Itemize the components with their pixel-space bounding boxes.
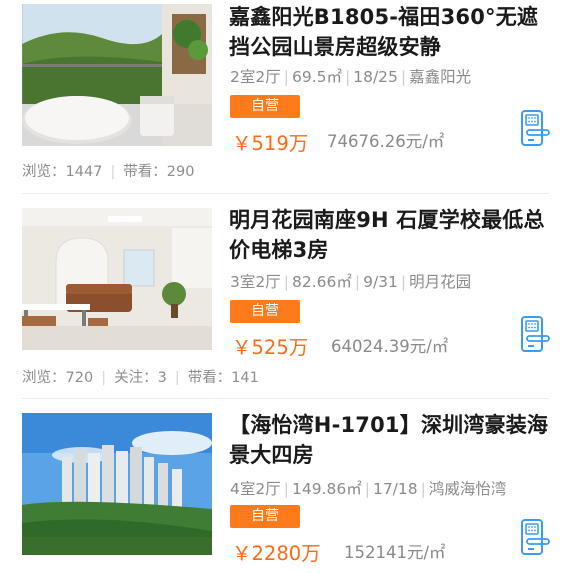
listing-photo[interactable] (22, 4, 212, 146)
divider: | (354, 273, 361, 291)
unit-price: 64024.39元/㎡ (331, 337, 449, 356)
unit-price: 74676.26元/㎡ (327, 132, 445, 151)
listing-list: 嘉鑫阳光B1805-福田360°无遮挡公园山景房超级安静 2室2厅 | 69.5㎡ |… (0, 0, 571, 573)
divider: | (101, 370, 107, 386)
listing-community: 明月花园 (409, 273, 472, 291)
divider: | (400, 68, 407, 86)
divider: | (420, 480, 426, 498)
listing-meta: 4室2厅 | 149.86㎡ | 17/18 | 鸿威海怡湾 (230, 477, 506, 499)
listing-community: 嘉鑫阳光 (409, 68, 472, 86)
divider: | (283, 68, 289, 86)
smart-lock-icon[interactable] (520, 316, 550, 352)
total-price: ￥519万 (232, 132, 309, 155)
listing-card[interactable]: 嘉鑫阳光B1805-福田360°无遮挡公园山景房超级安静 2室2厅 | 69.5㎡ |… (0, 0, 571, 193)
listing-floor: 18/25 (353, 68, 398, 86)
divider: | (283, 273, 289, 291)
listing-card[interactable]: 明月花园南座9H 石厦学校最低总价电梯3房 3室2厅 | 82.66㎡ | 9/31 | 明… (0, 194, 571, 398)
listing-layout: 3室2厅 (230, 273, 281, 291)
listing-community: 鸿威海怡湾 (428, 480, 507, 498)
self-operated-badge: 自营 (230, 505, 300, 528)
smart-lock-icon[interactable] (520, 110, 550, 146)
listing-meta: 3室2厅 | 82.66㎡ | 9/31 | 明月花园 (230, 270, 471, 292)
listing-area: 149.86㎡ (291, 480, 362, 498)
building-exterior-photo (22, 413, 212, 555)
divider: | (364, 480, 370, 498)
listing-stats: 浏览：720 | 关注：3 | 带看：141 (22, 366, 259, 387)
listing-title[interactable]: 明月花园南座9H 石厦学校最低总价电梯3房 (229, 205, 549, 265)
listing-floor: 17/18 (372, 480, 418, 498)
divider: | (344, 68, 351, 86)
divider: | (400, 273, 407, 291)
total-price: ￥2280万 (232, 542, 321, 565)
listing-meta: 2室2厅 | 69.5㎡ | 18/25 | 嘉鑫阳光 (230, 65, 471, 87)
view-count: 浏览：720 (22, 370, 94, 386)
divider: | (283, 480, 289, 498)
unit-price: 152141元/㎡ (344, 543, 446, 562)
divider: | (110, 164, 116, 180)
listing-layout: 2室2厅 (230, 68, 281, 86)
divider: | (174, 370, 180, 386)
visit-count: 带看：141 (187, 370, 259, 386)
follow-count: 关注：3 (114, 370, 167, 386)
self-operated-badge: 自营 (230, 300, 300, 323)
visit-count: 带看：290 (123, 164, 195, 180)
living-room-photo (22, 208, 212, 350)
listing-area: 69.5㎡ (291, 68, 342, 86)
balcony-photo (22, 4, 212, 146)
total-price: ￥525万 (232, 336, 309, 359)
listing-photo[interactable] (22, 413, 212, 555)
listing-floor: 9/31 (363, 273, 398, 291)
listing-title[interactable]: 【海怡湾H-1701】深圳湾豪装海景大四房 (229, 410, 549, 470)
listing-card[interactable]: 【海怡湾H-1701】深圳湾豪装海景大四房 4室2厅 | 149.86㎡ | 17/18… (0, 399, 571, 573)
listing-area: 82.66㎡ (291, 273, 352, 291)
listing-title[interactable]: 嘉鑫阳光B1805-福田360°无遮挡公园山景房超级安静 (229, 2, 549, 62)
view-count: 浏览：1447 (22, 164, 103, 180)
listing-layout: 4室2厅 (230, 480, 281, 498)
listing-stats: 浏览：1447 | 带看：290 (22, 160, 194, 181)
smart-lock-icon[interactable] (520, 519, 550, 555)
listing-photo[interactable] (22, 208, 212, 350)
self-operated-badge: 自营 (230, 95, 300, 118)
